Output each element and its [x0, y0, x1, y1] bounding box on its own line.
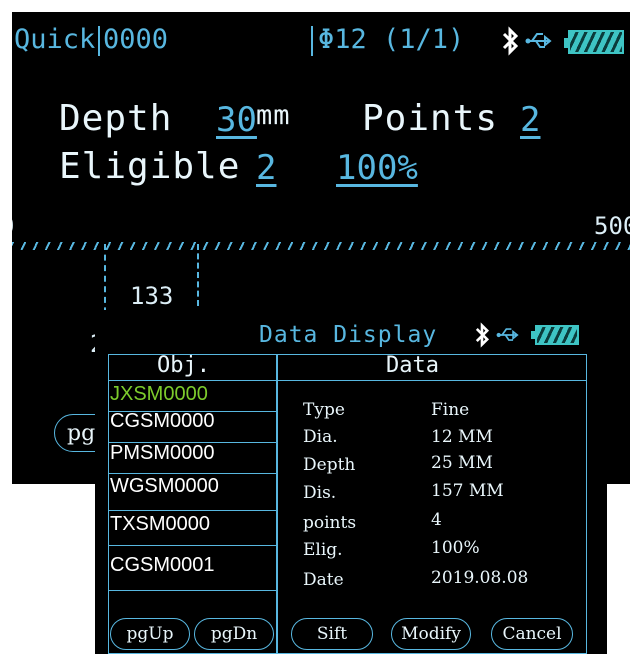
depth-label: Depth	[59, 98, 173, 139]
status-divider	[311, 26, 313, 56]
field-value-elig: 100%	[431, 538, 480, 558]
bluetooth-icon	[475, 322, 490, 348]
obj-column-header: Obj.	[157, 353, 210, 378]
pgup-button[interactable]: pgUp	[110, 618, 190, 650]
points-label: Points	[362, 98, 499, 139]
field-label-dia: Dia.	[303, 427, 338, 447]
object-name: JXSM0000	[110, 383, 208, 405]
object-name: PMSM0000	[110, 442, 215, 464]
scale-max-label: 500	[594, 212, 630, 240]
field-label-type: Type	[303, 400, 345, 420]
eligible-value: 2	[256, 148, 277, 188]
usb-icon	[496, 328, 519, 341]
field-label-elig: Elig.	[303, 540, 343, 560]
field-value-dia: 12 MM	[431, 427, 493, 447]
usb-icon	[525, 33, 552, 48]
field-label-depth: Depth	[303, 455, 356, 475]
list-item[interactable]: JXSM0000	[109, 381, 277, 412]
bluetooth-icon	[502, 26, 519, 56]
data-panel: Data	[276, 353, 587, 654]
object-name: WGSM0000	[110, 475, 219, 497]
list-item[interactable]: TXSM0000	[109, 511, 277, 546]
diameter-label: Φ12 (1/1)	[318, 24, 465, 55]
mode-label: Quick	[14, 24, 96, 55]
field-value-date: 2019.08.08	[431, 568, 529, 588]
data-header-cell: Data	[277, 353, 586, 381]
dialog-title: Data Display	[259, 322, 438, 348]
list-item[interactable]: WGSM0000	[109, 474, 277, 511]
object-name: CGSM0001	[110, 554, 215, 576]
sift-button[interactable]: Sift	[291, 618, 373, 650]
list-item[interactable]: PMSM0000	[109, 442, 277, 474]
eligible-label: Eligible	[59, 146, 241, 187]
object-name: CGSM0000	[110, 410, 215, 432]
field-value-depth: 25 MM	[431, 453, 493, 473]
depth-value: 30	[216, 100, 257, 140]
data-column-header: Data	[386, 353, 439, 378]
status-bar: Quick 0000 Φ12 (1/1)	[12, 12, 630, 70]
field-value-type: Fine	[431, 400, 470, 420]
modify-button[interactable]: Modify	[391, 618, 471, 650]
distance-label: 133	[130, 282, 174, 310]
pgdn-button[interactable]: pgDn	[194, 618, 274, 650]
depth-unit: mm	[256, 100, 291, 131]
object-list: Obj. JXSM0000 CGSM0000 PMSM0000 WGSM0000…	[108, 353, 278, 654]
code-label: 0000	[103, 24, 169, 55]
list-item[interactable]: CGSM0001	[109, 546, 277, 591]
status-divider	[98, 26, 100, 56]
field-label-date: Date	[303, 570, 344, 590]
points-value: 2	[520, 100, 541, 140]
field-value-dis: 157 MM	[431, 481, 504, 501]
cancel-button[interactable]: Cancel	[491, 618, 573, 650]
data-display-dialog: Data Display Obj. JXSM0000 CGSM0000 PMSM…	[95, 310, 607, 654]
scale-min-label: 0	[12, 212, 14, 240]
battery-icon	[531, 325, 579, 345]
field-label-points: points	[303, 513, 357, 533]
obj-header-cell: Obj.	[109, 353, 277, 381]
marker-line	[197, 244, 199, 306]
eligible-percent: 100%	[336, 148, 418, 188]
field-value-points: 4	[431, 510, 442, 530]
battery-icon	[564, 30, 624, 54]
object-name: TXSM0000	[110, 513, 211, 535]
list-item[interactable]: CGSM0000	[109, 410, 277, 443]
field-label-dis: Dis.	[303, 483, 337, 503]
